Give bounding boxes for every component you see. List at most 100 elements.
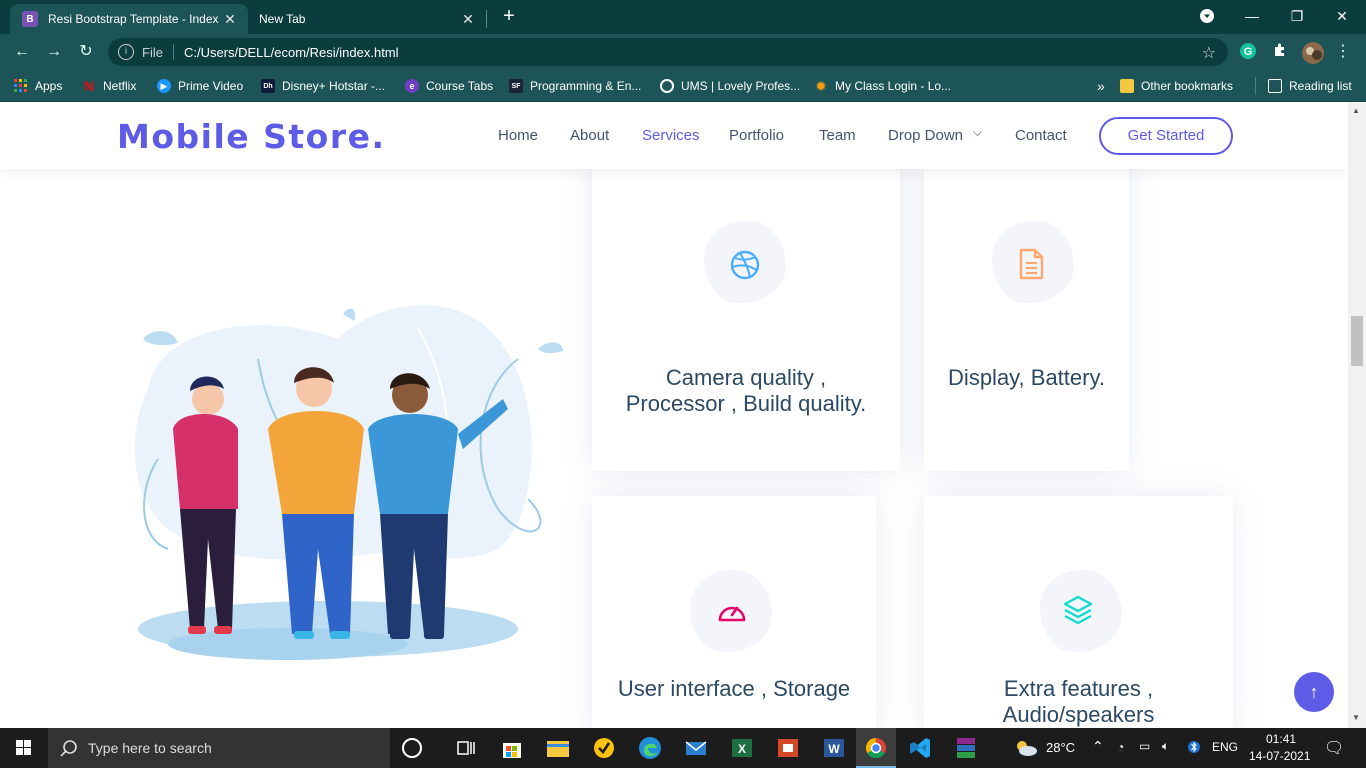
bookmark-label: Prime Video: [178, 79, 244, 93]
address-bar[interactable]: i File C:/Users/DELL/ecom/Resi/index.htm…: [108, 38, 1228, 66]
service-card[interactable]: Extra features , Audio/speakers: [924, 496, 1233, 728]
nav-home[interactable]: Home: [498, 127, 538, 144]
document-icon: [1019, 248, 1044, 280]
service-card[interactable]: Camera quality , Processor , Build quali…: [592, 143, 900, 471]
notifications-icon[interactable]: 🗨︎: [1324, 738, 1344, 758]
vscode-icon[interactable]: [906, 734, 934, 762]
bookmark-hotstar[interactable]: Dh Disney+ Hotstar -...: [261, 77, 385, 95]
bookmark-label: Netflix: [103, 79, 137, 93]
taskbar-search[interactable]: Type here to search: [48, 728, 390, 768]
search-icon: [60, 740, 77, 757]
task-view-icon[interactable]: [452, 734, 480, 762]
tab-new-tab[interactable]: New Tab ✕: [248, 4, 486, 34]
clock-date[interactable]: 14-07-2021: [1249, 749, 1310, 763]
close-window-icon[interactable]: ✕: [1328, 4, 1356, 28]
other-bookmarks[interactable]: Other bookmarks: [1120, 77, 1233, 95]
chrome-menu-icon[interactable]: ⋮: [1333, 42, 1353, 62]
get-started-button[interactable]: Get Started: [1099, 117, 1233, 155]
profile-avatar[interactable]: [1302, 42, 1324, 64]
search-placeholder: Type here to search: [88, 740, 212, 756]
edge-icon[interactable]: [636, 734, 664, 762]
reading-list-icon: [1268, 79, 1282, 93]
close-tab-icon[interactable]: ✕: [458, 11, 478, 28]
nav-drop-down[interactable]: Drop Down: [888, 127, 963, 144]
bluetooth-icon[interactable]: [1188, 739, 1200, 758]
winrar-icon[interactable]: [952, 734, 980, 762]
scrollbar-thumb[interactable]: [1351, 316, 1363, 366]
nav-services[interactable]: Services: [642, 127, 700, 144]
bookmark-programming[interactable]: SF Programming & En...: [509, 77, 641, 95]
chrome-taskbar-icon[interactable]: [856, 728, 896, 768]
service-card[interactable]: User interface , Storage: [592, 496, 876, 728]
battery-icon[interactable]: ▭: [1139, 739, 1150, 753]
nav-portfolio[interactable]: Portfolio: [729, 127, 784, 144]
close-tab-icon[interactable]: ✕: [220, 11, 240, 28]
tab-title: New Tab: [259, 12, 306, 26]
mail-icon[interactable]: [682, 734, 710, 762]
bookmark-label: Course Tabs: [426, 79, 494, 93]
bookmark-ums[interactable]: UMS | Lovely Profes...: [660, 77, 800, 95]
chevron-down-icon: ⌵: [973, 125, 983, 139]
reload-icon[interactable]: ↻: [76, 42, 96, 62]
service-title: User interface , Storage: [617, 676, 851, 701]
clock-time[interactable]: 01:41: [1263, 732, 1299, 746]
tray-chevron-up-icon[interactable]: ⌃: [1092, 738, 1104, 755]
bookmark-label: Apps: [35, 79, 63, 93]
extensions-puzzle-icon[interactable]: [1270, 42, 1290, 62]
new-tab-plus-icon[interactable]: +: [498, 6, 520, 28]
wifi-icon[interactable]: ◔: [1117, 740, 1124, 754]
browser-toolbar: ← → ↻ i File C:/Users/DELL/ecom/Resi/ind…: [0, 34, 1366, 70]
word-icon[interactable]: W: [820, 734, 848, 762]
bookmark-label: Disney+ Hotstar -...: [282, 79, 386, 93]
site-logo[interactable]: Mobile Store.: [117, 117, 386, 156]
windows-start-icon[interactable]: [0, 728, 48, 768]
browser-tab-strip: B Resi Bootstrap Template - Index ✕ New …: [0, 0, 1366, 34]
service-card[interactable]: Display, Battery.: [924, 143, 1129, 471]
bookmark-my-class[interactable]: ✹ My Class Login - Lo...: [814, 77, 951, 95]
file-explorer-icon[interactable]: [544, 734, 572, 762]
nav-contact[interactable]: Contact: [1015, 127, 1067, 144]
excel-icon[interactable]: X: [728, 734, 756, 762]
address-divider: [172, 44, 174, 60]
bookmarks-overflow-chevron-icon[interactable]: »: [1097, 77, 1105, 95]
tab-divider: [486, 10, 487, 28]
bookmark-prime-video[interactable]: ▶ Prime Video: [157, 77, 243, 95]
folder-icon: [1120, 79, 1134, 93]
weather-icon[interactable]: [1013, 738, 1039, 761]
reading-list[interactable]: Reading list: [1255, 77, 1352, 95]
volume-icon[interactable]: 🔈︎: [1162, 739, 1169, 754]
profile-dropdown-icon[interactable]: [1193, 4, 1221, 28]
store-icon[interactable]: [498, 734, 526, 762]
language-indicator[interactable]: ENG: [1212, 740, 1238, 754]
weather-temp: 28°C: [1046, 740, 1076, 755]
scroll-up-arrow-icon[interactable]: ▲: [1352, 106, 1360, 115]
info-icon[interactable]: i: [118, 44, 134, 60]
bookmark-netflix[interactable]: N Netflix: [82, 77, 136, 95]
back-to-top-button[interactable]: ↑: [1294, 672, 1334, 712]
scroll-down-arrow-icon[interactable]: ▼: [1352, 713, 1360, 722]
web-page: Mobile Store. Home About Services Portfo…: [0, 103, 1348, 728]
bookmark-apps[interactable]: Apps: [14, 77, 62, 95]
other-bookmarks-label: Other bookmarks: [1141, 79, 1234, 93]
minimize-icon[interactable]: —: [1238, 4, 1266, 28]
tab-resi-bootstrap[interactable]: B Resi Bootstrap Template - Index ✕: [10, 4, 248, 34]
grammarly-extension-icon[interactable]: G: [1238, 42, 1258, 62]
prime-video-icon: ▶: [157, 79, 171, 93]
forward-arrow-icon[interactable]: →: [44, 42, 64, 62]
nav-team[interactable]: Team: [819, 127, 856, 144]
netflix-icon: N: [83, 78, 95, 94]
norton-icon[interactable]: [590, 734, 618, 762]
restore-icon[interactable]: ❐: [1283, 4, 1311, 28]
back-arrow-icon[interactable]: ←: [12, 42, 32, 62]
cortana-icon[interactable]: [402, 738, 422, 758]
my-class-icon: ✹: [815, 77, 827, 94]
bookmark-course-tabs[interactable]: e Course Tabs: [405, 77, 493, 95]
powerpoint-icon[interactable]: [774, 734, 802, 762]
bookmark-star-icon[interactable]: ☆: [1202, 43, 1216, 63]
vertical-scrollbar[interactable]: [1348, 103, 1366, 728]
service-title: Display, Battery.: [948, 365, 1105, 390]
nav-about[interactable]: About: [570, 127, 609, 144]
globe-icon: [660, 79, 674, 93]
service-title-line2: Processor , Build quality.: [625, 391, 867, 416]
dribbble-icon: [730, 250, 760, 280]
